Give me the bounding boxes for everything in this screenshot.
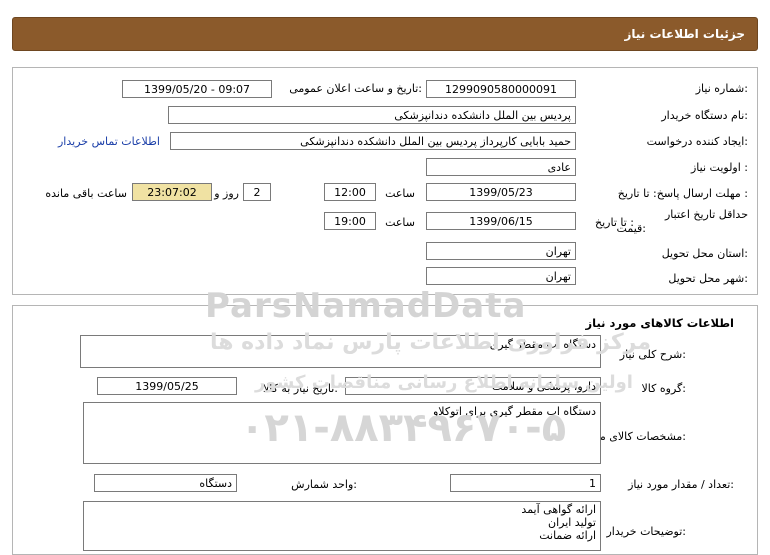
validity-time-label: ساعت [385,216,415,229]
unit-label: واحد شمارش: [291,478,357,491]
need-info-panel [12,67,758,295]
delivery-province-label: استان محل تحویل: [661,247,748,260]
validity-label-line1: حداقل تاریخ اعتبار [664,208,748,221]
need-number-label: شماره نیاز: [695,82,748,95]
remaining-time-field: 23:07:02 [132,183,212,201]
quantity-label: تعداد / مقدار مورد نیاز: [628,478,734,491]
buyer-org-field: پردیس بین الملل دانشکده دندانپزشکی [168,106,576,124]
priority-field: عادی [426,158,576,176]
delivery-city-field: تهران [426,267,576,285]
remaining-days-field: 2 [243,183,271,201]
requester-field: حمید بابایی کارپرداز پردیس بین الملل دان… [170,132,576,150]
summary-field: دستگاه اب مقطر گیری [80,335,601,368]
need-number-field: 1299090580000091 [426,80,576,98]
buyer-notes-field: ارائه گواهی آیمد تولید ایران ارائه ضمانت [83,501,601,551]
buyer-notes-label: توضیحات خریدار: [606,525,687,538]
summary-label: شرح کلی نیاز: [619,348,686,361]
need-date-label: تاریخ نیاز به کالا: [263,382,338,395]
buyer-contact-link[interactable]: اطلاعات تماس خریدار [58,135,160,148]
deadline-date-field: 1399/05/23 [426,183,576,201]
quantity-field: 1 [450,474,601,492]
announce-datetime-label: تاریخ و ساعت اعلان عمومی: [289,82,422,95]
delivery-province-field: تهران [426,242,576,260]
remaining-time-label: ساعت باقی مانده [45,187,127,200]
deadline-time-label: ساعت [385,187,415,200]
requester-label: ایجاد کننده درخواست: [646,135,748,148]
announce-datetime-field: 1399/05/20 - 09:07 [122,80,272,98]
buyer-org-label: نام دستگاه خریدار: [661,109,748,122]
goods-group-label: گروه کالا: [641,382,686,395]
remaining-days-label: روز و [214,187,239,200]
deadline-time-field: 12:00 [324,183,376,201]
validity-time-field: 19:00 [324,212,376,230]
need-date-field: 1399/05/25 [97,377,237,395]
unit-field: دستگاه [94,474,237,492]
window-title-bar: جزئیات اطلاعات نیاز [12,17,758,51]
goods-section-title: اطلاعات کالاهای مورد نیاز [585,316,734,330]
priority-label: اولویت نیاز : [690,161,748,174]
validity-to-date-label: تا تاریخ : [595,216,634,229]
goods-group-field: دارو، پزشکی و سلامت [345,377,601,395]
specs-field: دستگاه اب مقطر گیری برای اتوکلاو [83,402,601,464]
window-title: جزئیات اطلاعات نیاز [624,27,745,41]
delivery-city-label: شهر محل تحویل: [668,272,748,285]
deadline-label: مهلت ارسال پاسخ: تا تاریخ : [617,187,748,200]
validity-date-field: 1399/06/15 [426,212,576,230]
